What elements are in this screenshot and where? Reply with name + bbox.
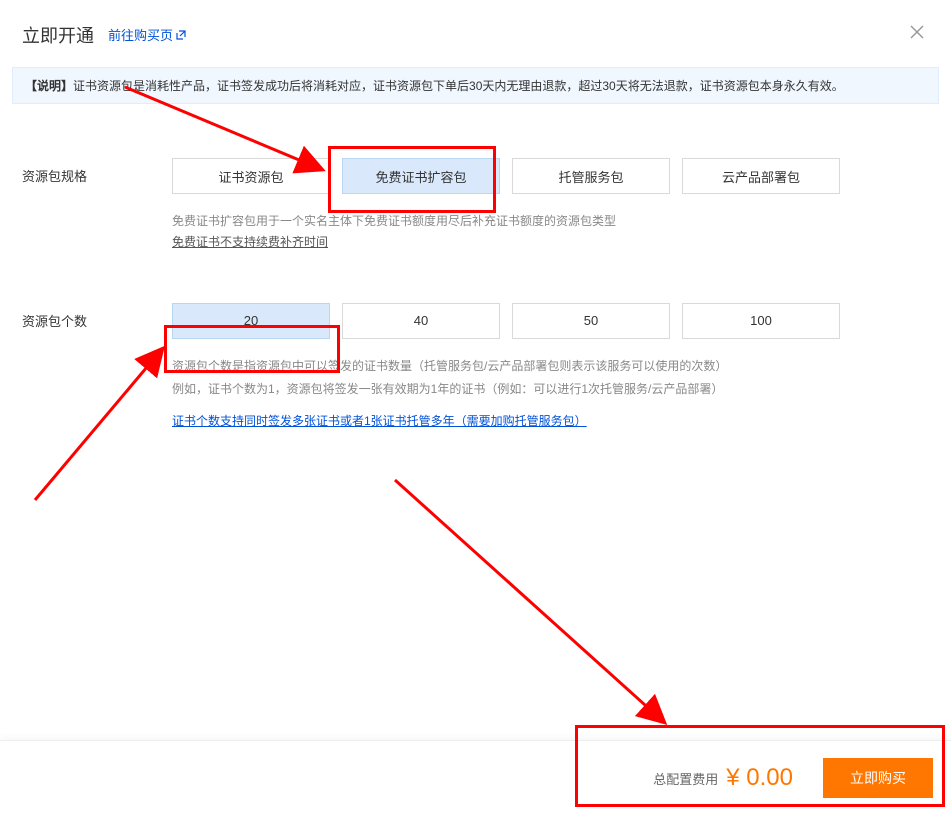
count-option-40[interactable]: 40: [342, 303, 500, 339]
count-desc2: 例如，证书个数为1，资源包将签发一张有效期为1年的证书（例如：可以进行1次托管服…: [172, 378, 929, 401]
count-option-50[interactable]: 50: [512, 303, 670, 339]
notice-prefix: 【说明】: [25, 79, 73, 93]
count-option-100[interactable]: 100: [682, 303, 840, 339]
count-section: 资源包个数 20 40 50 100 资源包个数是指资源包中可以签发的证书数量（…: [0, 303, 951, 431]
goto-purchase-link[interactable]: 前往购买页: [108, 25, 187, 44]
notice-bar: 【说明】证书资源包是消耗性产品，证书签发成功后将消耗对应，证书资源包下单后30天…: [12, 67, 939, 104]
spec-option-cert-pack[interactable]: 证书资源包: [172, 158, 330, 194]
count-label: 资源包个数: [22, 303, 172, 431]
spec-label: 资源包规格: [22, 158, 172, 251]
spec-desc-link[interactable]: 免费证书不支持续费补齐时间: [172, 235, 328, 249]
spec-option-cloud-deploy[interactable]: 云产品部署包: [682, 158, 840, 194]
spec-option-hosting[interactable]: 托管服务包: [512, 158, 670, 194]
close-icon: [909, 24, 925, 40]
notice-text: 证书资源包是消耗性产品，证书签发成功后将消耗对应，证书资源包下单后30天内无理由…: [73, 79, 844, 93]
close-button[interactable]: [905, 20, 929, 49]
annotation-arrow-3: [390, 475, 680, 735]
buy-button[interactable]: 立即购买: [823, 758, 933, 798]
footer-bar: 总配置费用 ¥ 0.00 立即购买: [0, 740, 951, 815]
page-title: 立即开通: [22, 22, 94, 48]
count-option-20[interactable]: 20: [172, 303, 330, 339]
count-desc-link[interactable]: 证书个数支持同时签发多张证书或者1张证书托管多年（需要加购托管服务包）: [172, 414, 587, 428]
count-desc1: 资源包个数是指资源包中可以签发的证书数量（托管服务包/云产品部署包则表示该服务可…: [172, 355, 929, 378]
spec-option-free-expansion[interactable]: 免费证书扩容包: [342, 158, 500, 194]
goto-purchase-label: 前往购买页: [108, 25, 173, 44]
spec-desc: 免费证书扩容包用于一个实名主体下免费证书额度用尽后补充证书额度的资源包类型: [172, 210, 929, 233]
fee-label: 总配置费用: [653, 769, 718, 788]
fee-amount: ¥ 0.00: [726, 764, 793, 792]
external-link-icon: [175, 29, 187, 41]
spec-section: 资源包规格 证书资源包 免费证书扩容包 托管服务包 云产品部署包 免费证书扩容包…: [0, 158, 951, 251]
